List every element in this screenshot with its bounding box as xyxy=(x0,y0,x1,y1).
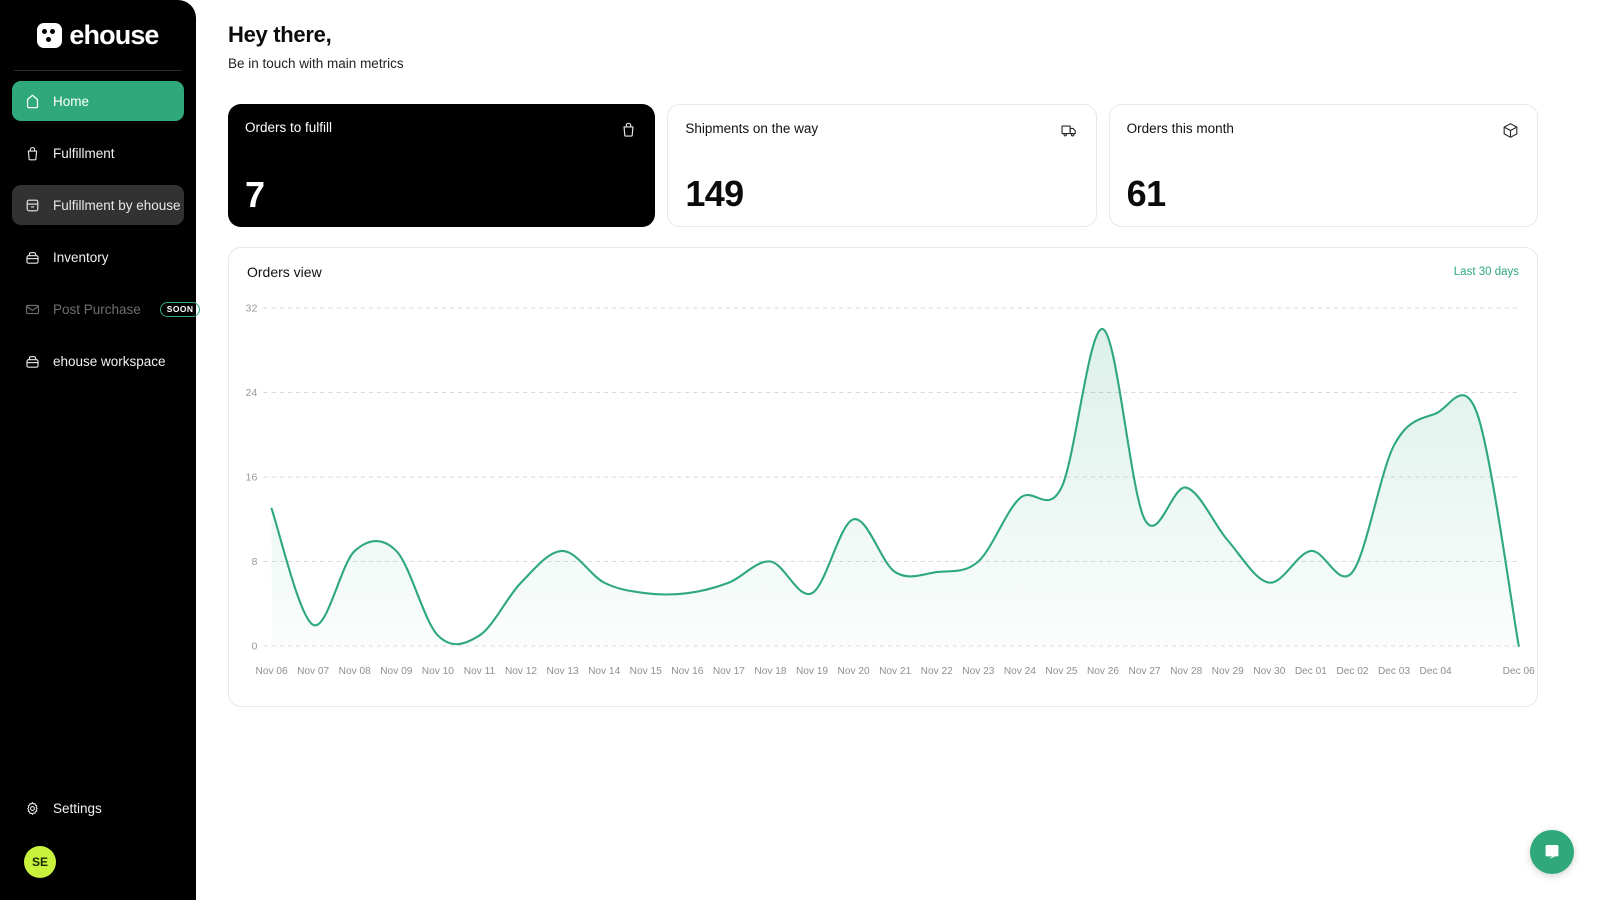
mail-icon xyxy=(24,301,41,318)
x-axis-tick: Nov 29 xyxy=(1212,666,1245,677)
date-range-link[interactable]: Last 30 days xyxy=(1454,266,1519,278)
orders-view-panel: Orders view Last 30 days 0 8 16 24 32 Nov 06 N… xyxy=(228,247,1538,707)
page-title: Hey there, xyxy=(228,22,332,47)
x-axis-tick: Nov 14 xyxy=(588,666,621,677)
page-subtitle: Be in touch with main metrics xyxy=(228,56,404,71)
chat-icon xyxy=(1545,845,1559,859)
bag-icon xyxy=(619,120,638,139)
package-icon xyxy=(1501,121,1520,140)
app-root: ehouse Home Fulfillment Fulfillment by e… xyxy=(0,0,1600,900)
x-axis-tick: Nov 12 xyxy=(505,666,538,677)
x-axis-tick: Nov 15 xyxy=(630,666,663,677)
x-axis-tick: Nov 16 xyxy=(671,666,704,677)
card-head: Orders this month xyxy=(1127,121,1520,140)
avatar[interactable]: SE xyxy=(24,846,56,878)
x-axis-tick: Nov 26 xyxy=(1087,666,1120,677)
x-axis-tick: Nov 23 xyxy=(962,666,995,677)
x-axis-tick: Nov 09 xyxy=(380,666,413,677)
card-head: Shipments on the way xyxy=(685,121,1078,140)
x-axis-tick: Dec 03 xyxy=(1378,666,1411,677)
sidebar-divider xyxy=(14,70,182,71)
box-icon xyxy=(24,197,41,214)
x-axis-tick: Nov 27 xyxy=(1129,666,1162,677)
sidebar-item-home[interactable]: Home xyxy=(12,81,184,121)
inventory-icon xyxy=(24,353,41,370)
sidebar-item-label: Inventory xyxy=(53,249,109,265)
gear-icon xyxy=(24,800,41,817)
card-title: Shipments on the way xyxy=(685,121,819,136)
panel-title: Orders view xyxy=(247,264,322,280)
card-value: 7 xyxy=(245,174,265,215)
x-axis-tick: Nov 06 xyxy=(256,666,289,677)
x-axis-tick: Nov 21 xyxy=(879,666,912,677)
x-axis-tick: Nov 17 xyxy=(713,666,746,677)
y-axis-tick: 24 xyxy=(246,387,258,399)
card-value: 61 xyxy=(1126,173,1166,214)
x-axis-tick: Nov 22 xyxy=(921,666,954,677)
x-axis-tick: Nov 20 xyxy=(838,666,871,677)
x-axis-tick: Nov 13 xyxy=(547,666,580,677)
main-content: Hey there, Be in touch with main metrics… xyxy=(196,0,1600,900)
sidebar-item-label: Fulfillment by ehouse xyxy=(53,197,181,213)
sidebar-item-ehouse-workspace[interactable]: ehouse workspace xyxy=(12,341,184,381)
sidebar-item-inventory[interactable]: Inventory xyxy=(12,237,184,277)
sidebar-item-label: Settings xyxy=(53,800,102,816)
metric-cards: Orders to fulfill 7 Shipments on the way xyxy=(228,104,1538,227)
x-axis-tick: Dec 06 xyxy=(1503,666,1536,677)
x-axis-tick: Nov 19 xyxy=(796,666,829,677)
status-badge-soon: SOON xyxy=(159,301,201,317)
sidebar-item-label: Fulfillment xyxy=(53,145,115,161)
y-axis-tick: 16 xyxy=(246,472,258,484)
sidebar-item-label: ehouse workspace xyxy=(53,353,166,369)
metric-card-orders-this-month[interactable]: Orders this month 61 xyxy=(1108,104,1538,227)
orders-chart[interactable]: 0 8 16 24 32 Nov 06 Nov 07 Nov 08 Nov 09 Nov 10 No… xyxy=(229,286,1537,686)
ehouse-logo-icon xyxy=(37,22,63,48)
sidebar-item-label: Post Purchase xyxy=(53,301,141,317)
card-title: Orders to fulfill xyxy=(245,120,333,135)
sidebar-item-settings[interactable]: Settings xyxy=(12,788,184,828)
x-axis-tick: Nov 11 xyxy=(464,666,496,677)
metric-card-shipments-on-the-way[interactable]: Shipments on the way 149 xyxy=(667,104,1097,227)
x-axis-tick: Nov 25 xyxy=(1045,666,1078,677)
x-axis-tick: Nov 28 xyxy=(1170,666,1203,677)
sidebar-logo-text: ehouse xyxy=(69,19,159,50)
sidebar-nav: Home Fulfillment Fulfillment by ehouse I… xyxy=(0,81,201,393)
x-axis-tick: Nov 10 xyxy=(422,666,455,677)
card-head: Orders to fulfill xyxy=(245,120,638,139)
sidebar-item-fulfillment-by-ehouse[interactable]: Fulfillment by ehouse xyxy=(12,185,184,225)
x-axis-tick: Dec 01 xyxy=(1295,666,1328,677)
x-axis-tick: Nov 30 xyxy=(1253,666,1286,677)
sidebar: ehouse Home Fulfillment Fulfillment by e… xyxy=(0,0,201,900)
sidebar-item-label: Home xyxy=(53,93,90,109)
bag-icon xyxy=(24,145,41,162)
orders-area-chart: 0 8 16 24 32 Nov 06 Nov 07 Nov 08 Nov 09 Nov 10 No… xyxy=(246,303,1536,677)
sidebar-item-post-purchase[interactable]: Post Purchase SOON xyxy=(12,289,201,329)
sidebar-item-fulfillment[interactable]: Fulfillment xyxy=(12,133,184,173)
card-title: Orders this month xyxy=(1126,121,1234,136)
sidebar-logo[interactable]: ehouse xyxy=(0,0,196,64)
area-fill xyxy=(271,328,1519,646)
x-axis-tick: Nov 18 xyxy=(754,666,787,677)
inventory-icon xyxy=(24,249,41,266)
chat-widget-button[interactable] xyxy=(1530,830,1574,874)
card-value: 149 xyxy=(685,173,744,214)
y-axis-tick: 0 xyxy=(251,641,257,653)
truck-icon xyxy=(1060,121,1079,140)
sidebar-footer: Settings SE xyxy=(0,788,196,900)
x-axis-tick: Nov 24 xyxy=(1004,666,1037,677)
x-axis-tick: Nov 08 xyxy=(339,666,372,677)
y-axis-tick: 32 xyxy=(246,303,258,315)
metric-card-orders-to-fulfill[interactable]: Orders to fulfill 7 xyxy=(228,104,656,227)
panel-header: Orders view Last 30 days xyxy=(229,248,1537,280)
y-axis-tick: 8 xyxy=(251,556,257,568)
x-axis-tick: Dec 02 xyxy=(1336,666,1369,677)
x-axis-tick: Nov 07 xyxy=(297,666,330,677)
x-axis-tick: Dec 04 xyxy=(1420,666,1453,677)
home-icon xyxy=(24,93,41,110)
